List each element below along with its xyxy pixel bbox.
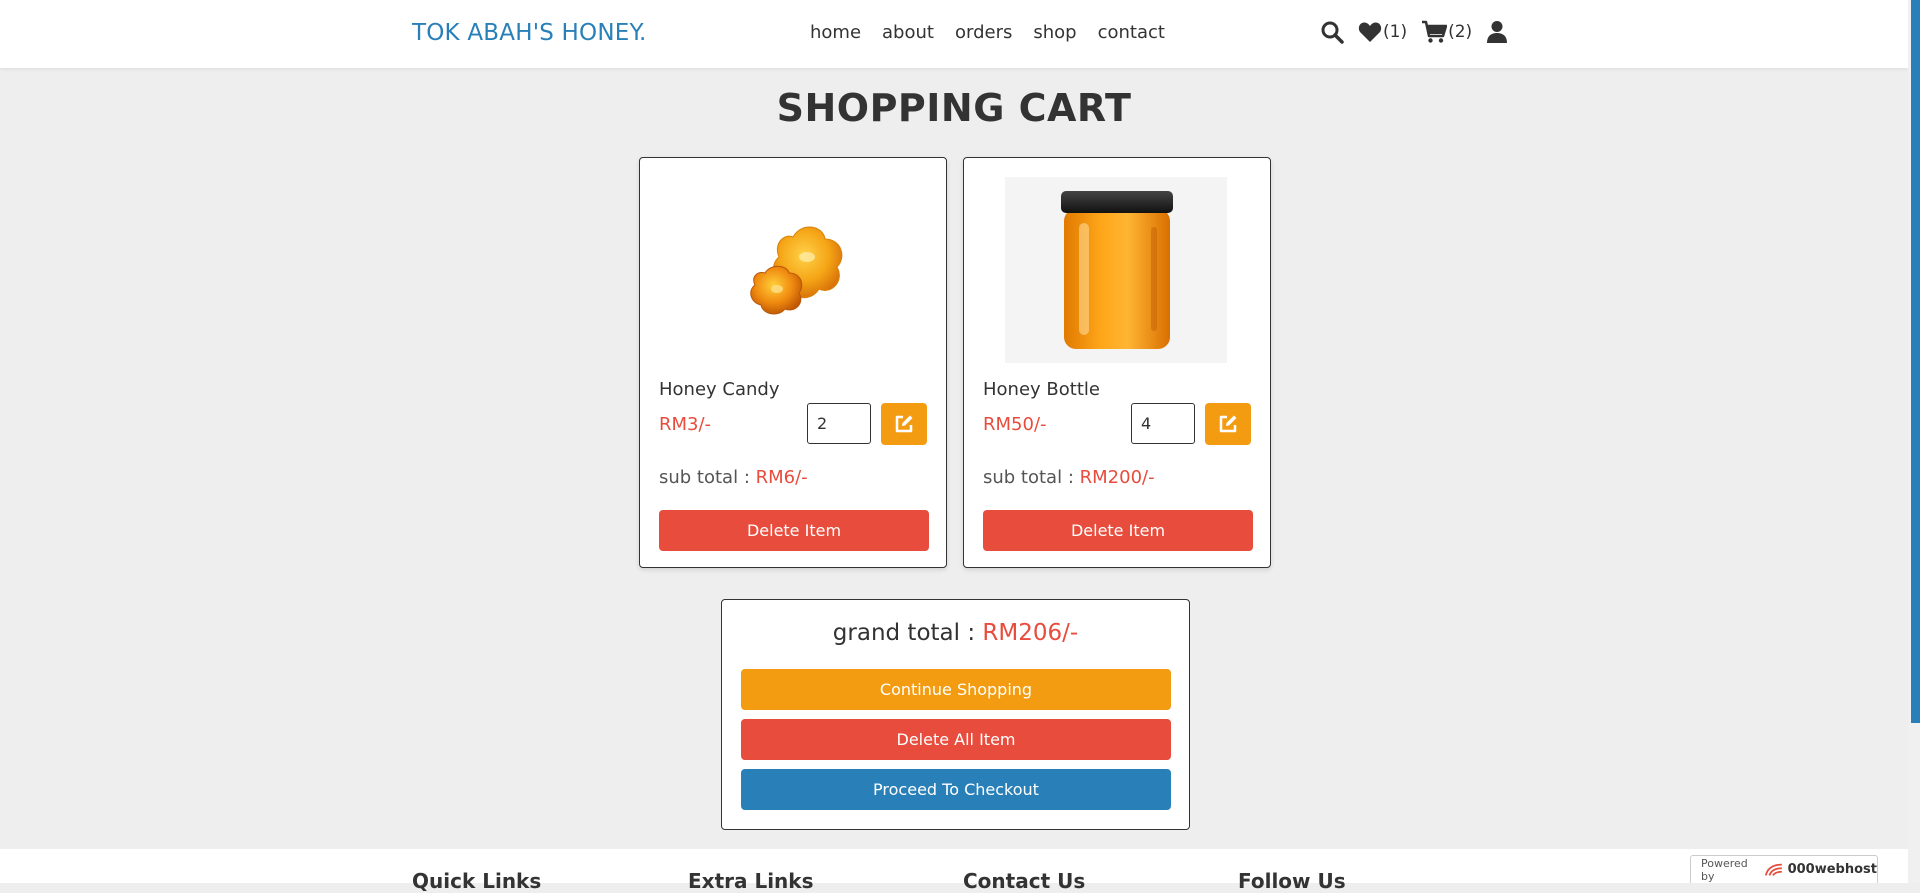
continue-shopping-button[interactable]: Continue Shopping: [741, 669, 1171, 710]
cart-count: (2): [1448, 22, 1473, 42]
item-price: RM3/-: [659, 414, 712, 435]
update-quantity-button[interactable]: [1205, 403, 1251, 445]
page-title: SHOPPING CART: [776, 86, 1132, 130]
scrollbar-thumb[interactable]: [1911, 0, 1920, 723]
cart-summary: grand total : RM206/- Continue Shopping …: [721, 599, 1190, 830]
item-name: Honey Bottle: [983, 379, 1100, 400]
hosting-badge[interactable]: Powered by 000webhost: [1690, 855, 1878, 883]
nav-home[interactable]: home: [810, 22, 861, 43]
nav-contact[interactable]: contact: [1098, 22, 1165, 43]
grand-total-label: grand total :: [832, 620, 976, 646]
grand-total: grand total : RM206/-: [722, 620, 1189, 646]
subtotal-label: sub total :: [983, 467, 1074, 488]
item-name: Honey Candy: [659, 379, 780, 400]
cart-button[interactable]: (2): [1421, 20, 1472, 44]
quantity-input[interactable]: [1131, 403, 1195, 444]
site-header: TOK ABAH'S HONEY. home about orders shop…: [0, 0, 1908, 68]
delete-item-button[interactable]: Delete Item: [659, 510, 929, 551]
badge-prefix: Powered by: [1701, 856, 1748, 883]
item-subtotal: sub total : RM200/-: [983, 467, 1155, 488]
site-footer: Quick Links Extra Links Contact Us Follo…: [0, 849, 1908, 893]
account-button[interactable]: [1486, 20, 1508, 44]
site-logo[interactable]: TOK ABAH'S HONEY.: [412, 20, 647, 46]
footer-heading-extra-links: Extra Links: [688, 869, 814, 893]
wishlist-button[interactable]: (1): [1358, 21, 1407, 43]
user-icon: [1487, 21, 1508, 43]
subtotal-value: RM200/-: [1079, 467, 1155, 488]
search-icon: [1321, 21, 1344, 44]
nav-shop[interactable]: shop: [1033, 22, 1076, 43]
nav-orders[interactable]: orders: [955, 22, 1012, 43]
header-icons: (1) (2): [1320, 20, 1522, 44]
badge-brand: 000webhost: [1787, 862, 1877, 877]
honey-candy-image: [681, 177, 903, 363]
grand-total-value: RM206/-: [982, 620, 1079, 646]
edit-icon: [1219, 415, 1237, 433]
footer-heading-quick-links: Quick Links: [412, 869, 542, 893]
checkout-button[interactable]: Proceed To Checkout: [741, 769, 1171, 810]
page-scrollbar[interactable]: [1908, 0, 1920, 883]
quantity-input[interactable]: [807, 403, 871, 444]
heart-icon: [1358, 22, 1382, 42]
item-price: RM50/-: [983, 414, 1047, 435]
subtotal-value: RM6/-: [755, 467, 808, 488]
wishlist-count: (1): [1383, 22, 1408, 42]
cart-item-card: Honey Candy RM3/- sub total : RM6/- Dele…: [639, 157, 947, 568]
cart-icon: [1422, 20, 1448, 43]
main-nav: home about orders shop contact: [810, 22, 1165, 43]
item-subtotal: sub total : RM6/-: [659, 467, 808, 488]
delete-item-button[interactable]: Delete Item: [983, 510, 1253, 551]
footer-heading-contact: Contact Us: [963, 869, 1086, 893]
footer-heading-follow: Follow Us: [1238, 869, 1346, 893]
search-button[interactable]: [1320, 20, 1344, 44]
honey-jar-image: [1005, 177, 1227, 363]
delete-all-button[interactable]: Delete All Item: [741, 719, 1171, 760]
update-quantity-button[interactable]: [881, 403, 927, 445]
nav-about[interactable]: about: [882, 22, 934, 43]
subtotal-label: sub total :: [659, 467, 750, 488]
webhost-logo-icon: [1764, 863, 1782, 876]
cart-item-card: Honey Bottle RM50/- sub total : RM200/- …: [963, 157, 1271, 568]
edit-icon: [895, 415, 913, 433]
